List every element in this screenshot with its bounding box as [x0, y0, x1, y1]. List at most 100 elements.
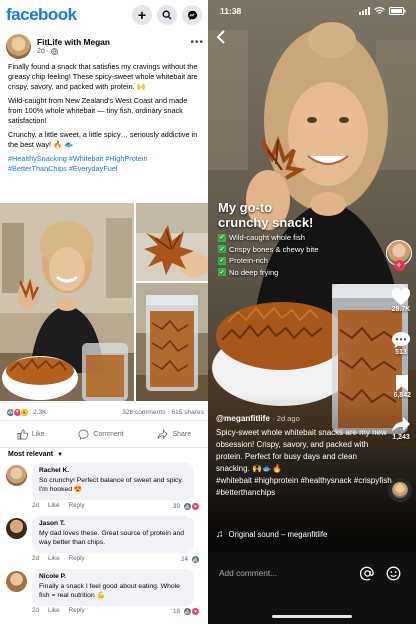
photo-snack-bag[interactable] [136, 283, 208, 401]
comment-time: 2d [32, 555, 40, 562]
comment-like-button[interactable]: Like [48, 607, 60, 616]
comment-text: Finally a snack I feel good about eating… [39, 583, 180, 600]
commenter-avatar[interactable] [6, 465, 27, 486]
photo-woman-with-snack[interactable] [0, 203, 134, 401]
comment-like-button[interactable]: Like [48, 555, 60, 564]
globe-icon [51, 48, 59, 55]
comment-bubble: Jason T. My dad loves these. Great sourc… [32, 516, 194, 553]
post-text: Finally found a snack that satisfies my … [8, 62, 202, 174]
comment-reply-button[interactable]: Reply [69, 502, 85, 511]
reaction-summary[interactable]: 👍 ♥ 😮 2.3K 328 comments 615 shares [6, 405, 204, 419]
comment-reactions[interactable]: 24 👍 [180, 555, 200, 564]
comment-reaction-count: 24 [180, 556, 188, 563]
comment-reply-button[interactable]: Reply [69, 607, 85, 616]
more-options-icon[interactable]: ••• [190, 37, 204, 48]
comment-text: My dad loves these. Great source of prot… [39, 530, 185, 547]
tiktok-panel: 11:38 My go-to crunchy snack! ✓ Wild-caug… [208, 0, 416, 624]
music-note-icon: ♫ [216, 529, 224, 540]
battery-icon [389, 7, 406, 15]
comment-count: 513 [395, 349, 407, 356]
comment-footer: 2d Like Reply 39 👍 ♥ [32, 502, 200, 511]
sound-name: Original sound – meganfitlife [228, 530, 328, 539]
thumbs-up-icon [17, 429, 28, 439]
share-button[interactable]: Share [157, 428, 192, 440]
post-paragraph: Finally found a snack that satisfies my … [8, 62, 198, 91]
chevron-down-icon: ▼ [57, 452, 64, 458]
overlay-check-item: ✓ Wild-caught whole fish [218, 233, 305, 242]
share-label: Share [172, 430, 192, 438]
checkmark-icon: ✓ [218, 268, 226, 276]
heart-icon [391, 288, 411, 305]
author-name[interactable]: FitLife with Megan [37, 37, 110, 47]
comment-label: Comment [93, 430, 124, 438]
commenter-avatar[interactable] [6, 518, 27, 539]
plus-icon: + [137, 7, 147, 23]
search-button[interactable] [157, 5, 177, 25]
comment-bubble: Nicole P. Finally a snack I feel good ab… [32, 569, 194, 606]
comment-footer: 2d Like Reply 24 👍 [32, 555, 200, 564]
save-count: 6,842 [393, 392, 411, 399]
facebook-panel: facebook + FitLife with Megan 2d · ••• F [0, 0, 208, 624]
comment-reaction-count: 39 [172, 503, 180, 510]
commenter-avatar[interactable] [6, 571, 27, 592]
comment-like-button[interactable]: Like [48, 502, 60, 511]
search-icon [162, 10, 172, 20]
post-paragraph: Crunchy, a little sweet, a little spicy…… [8, 130, 198, 149]
commenter-name[interactable]: Rachel K. [39, 467, 187, 474]
back-chevron-icon[interactable] [216, 30, 226, 44]
post-time[interactable]: 2d [37, 48, 45, 55]
like-video-button[interactable]: 28.7K [391, 288, 411, 313]
checkmark-icon: ✓ [218, 245, 226, 253]
comment-item: Jason T. My dad loves these. Great sourc… [6, 516, 204, 553]
comment-sort-dropdown[interactable]: Most relevant ▼ [8, 451, 63, 458]
commenter-name[interactable]: Jason T. [39, 520, 187, 527]
comment-count[interactable]: 328 comments [122, 409, 165, 416]
like-button[interactable]: Like [17, 429, 45, 440]
signal-icon [359, 7, 370, 15]
sound-label[interactable]: ♫ Original sound – meganfitlife [216, 529, 327, 540]
caption-hashtags[interactable]: #whitebait #highprotein #healthysnack #c… [216, 475, 392, 499]
share-button[interactable]: 1,243 [391, 416, 411, 441]
comment-bar: Add comment... [208, 552, 416, 624]
comment-reply-button[interactable]: Reply [69, 555, 85, 564]
share-count[interactable]: 615 shares [171, 409, 204, 416]
comment-button[interactable]: Comment [78, 429, 124, 440]
create-button[interactable]: + [132, 5, 152, 25]
home-indicator [272, 615, 352, 618]
post-hashtags[interactable]: #HealthySnacking #Whitebait #HighProtein [8, 154, 202, 164]
comment-reactions[interactable]: 18 👍 ♥ [173, 607, 200, 616]
creator-username[interactable]: @meganfitlife [216, 414, 270, 423]
comment-footer: 2d Like Reply 18 👍 ♥ [32, 607, 200, 616]
overlay-title-line1: My go-to [218, 200, 273, 215]
post-paragraph: Wild-caught from New Zealand's West Coas… [8, 96, 188, 125]
overlay-check-item: ✓ No deep frying [218, 267, 279, 277]
facebook-logo[interactable]: facebook [6, 5, 77, 25]
video-caption: @meganfitlife · 2d ago Spicy-sweet whole… [216, 414, 392, 499]
post-header: FitLife with Megan 2d · ••• [6, 33, 204, 59]
photo-snack-closeup[interactable] [136, 203, 208, 281]
save-button[interactable]: 6,842 [393, 374, 411, 399]
post-age: · 2d ago [272, 414, 300, 423]
checkmark-icon: ✓ [218, 256, 226, 265]
comment-reactions[interactable]: 39 👍 ♥ [172, 502, 200, 511]
messenger-button[interactable] [182, 5, 202, 25]
commenter-name[interactable]: Nicole P. [39, 573, 187, 580]
follow-plus-icon[interactable]: + [393, 260, 405, 271]
author-avatar[interactable] [6, 33, 31, 59]
photo-illustration [136, 283, 208, 401]
overlay-title-line2: crunchy snack! [218, 215, 314, 230]
love-reaction-icon: ♥ [191, 607, 200, 616]
comments-button[interactable]: 513 [391, 331, 411, 356]
creator-avatar-button[interactable]: + [386, 240, 412, 271]
mention-icon[interactable] [360, 566, 375, 581]
comment-bubble: Rachel K. So crunchy! Perfect balance of… [32, 463, 194, 500]
comment-time: 2d [32, 502, 40, 509]
sort-label: Most relevant [8, 451, 54, 458]
like-label: Like [31, 430, 45, 438]
add-comment-input[interactable]: Add comment... [219, 568, 277, 578]
video-text-overlay: My go-to crunchy snack! ✓ Wild-caught who… [218, 200, 318, 277]
post-hashtags[interactable]: #BetterThanChips #EverydayFuel [8, 164, 202, 174]
share-arrow-icon [392, 417, 410, 432]
emoji-icon[interactable] [386, 566, 401, 581]
comment-item: Nicole P. Finally a snack I feel good ab… [6, 569, 204, 606]
